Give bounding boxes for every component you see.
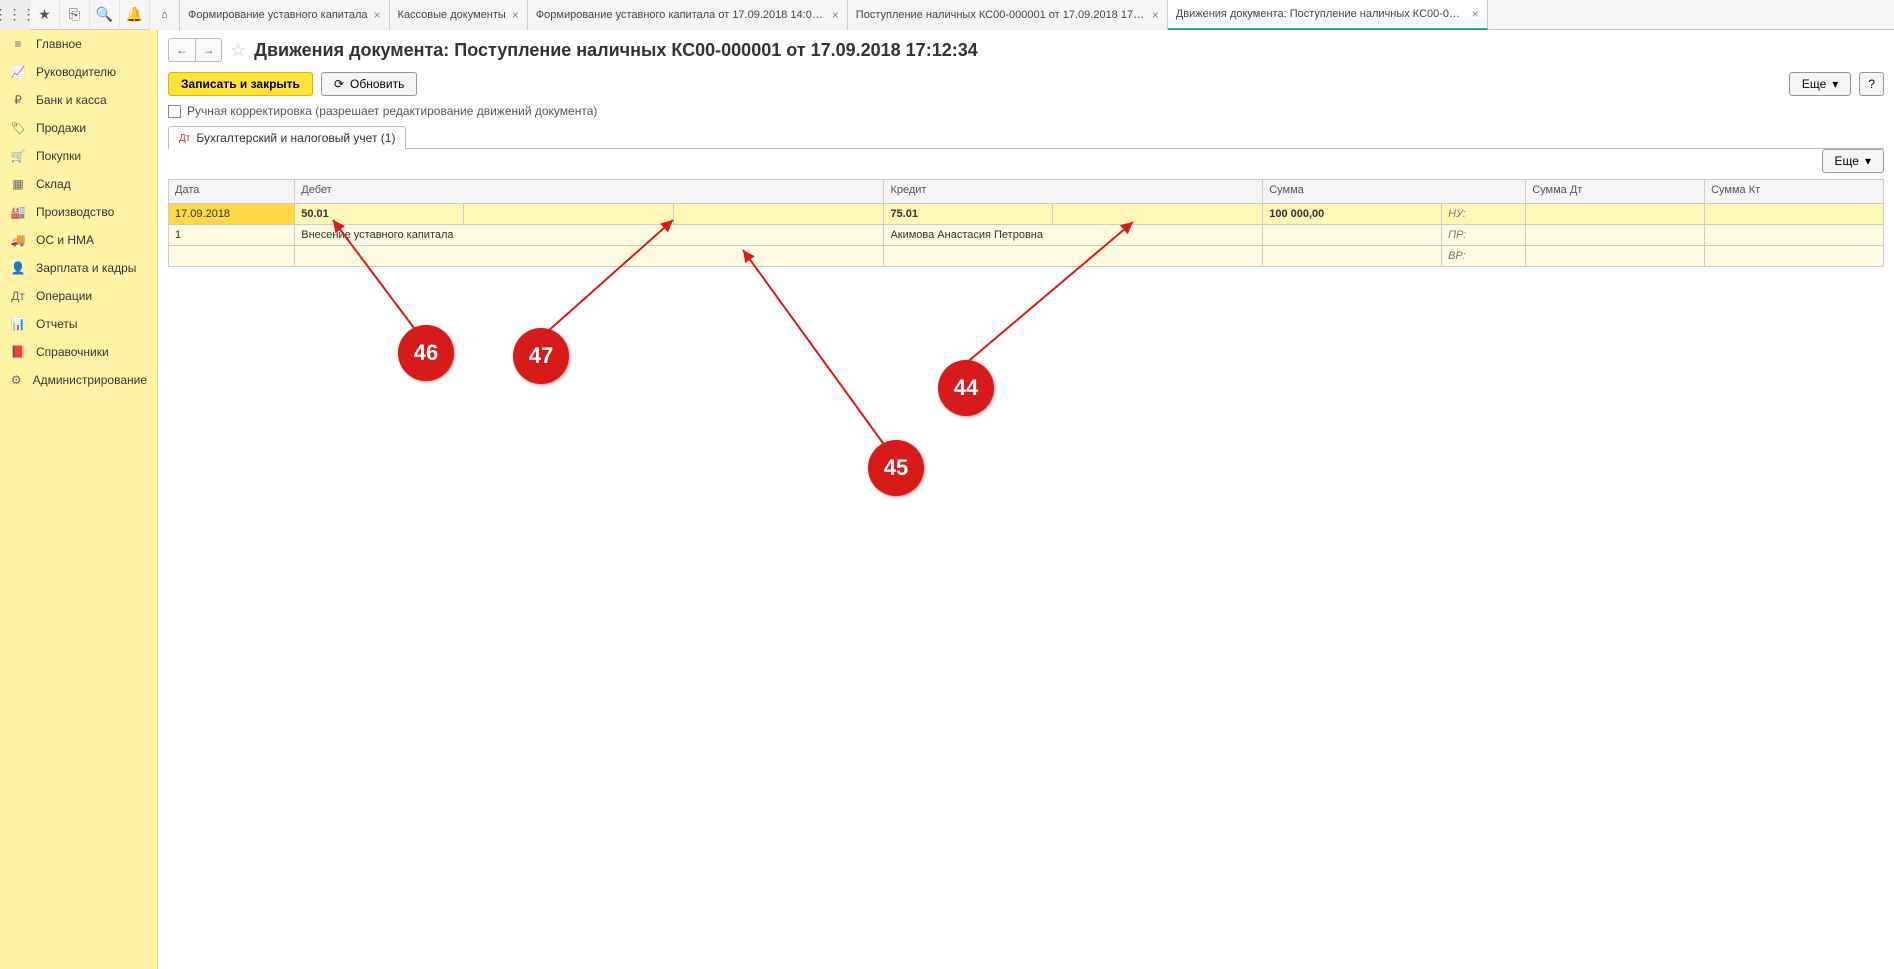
table-row[interactable]: ВР: [169, 246, 1884, 267]
tab-4[interactable]: Движения документа: Поступление наличных… [1168, 0, 1488, 30]
cell-debit-desc[interactable]: Внесение уставного капитала [295, 225, 884, 246]
back-button[interactable]: ← [169, 39, 195, 61]
col-sum[interactable]: Сумма [1263, 180, 1526, 204]
refresh-button[interactable]: ⟳Обновить [321, 72, 417, 96]
cart-icon: 🛒 [10, 149, 26, 163]
clipboard-icon[interactable]: ⎘ [60, 0, 90, 30]
favorite-star-icon[interactable]: ☆ [230, 40, 246, 61]
page-title: Движения документа: Поступление наличных… [254, 40, 978, 61]
manual-edit-label: Ручная корректировка (разрешает редактир… [187, 104, 597, 118]
bars-icon: 📊 [10, 317, 26, 331]
sidebar-item-sales[interactable]: 🏷Продажи [0, 114, 157, 142]
close-icon[interactable]: × [1472, 7, 1479, 21]
cell-credit-desc[interactable]: Акимова Анастасия Петровна [884, 225, 1263, 246]
top-toolbar: ⋮⋮⋮ ★ ⎘ 🔍 🔔 ⌂ Формирование уставного кап… [0, 0, 1894, 30]
help-button[interactable]: ? [1859, 72, 1884, 96]
apps-icon[interactable]: ⋮⋮⋮ [0, 0, 30, 30]
dtkt-small-icon: Дт [179, 133, 190, 144]
search-icon[interactable]: 🔍 [90, 0, 120, 30]
tab-0[interactable]: Формирование уставного капитала× [180, 0, 390, 30]
chart-icon: 📈 [10, 65, 26, 79]
sidebar-item-bank[interactable]: ₽Банк и касса [0, 86, 157, 114]
save-close-button[interactable]: Записать и закрыть [168, 72, 313, 96]
col-sum-kt[interactable]: Сумма Кт [1705, 180, 1884, 204]
sidebar-item-stock[interactable]: ▦Склад [0, 170, 157, 198]
sidebar-item-purchases[interactable]: 🛒Покупки [0, 142, 157, 170]
home-tab[interactable]: ⌂ [150, 0, 180, 30]
tab-1[interactable]: Кассовые документы× [390, 0, 528, 30]
sidebar-item-main[interactable]: ≡Главное [0, 30, 157, 58]
more-button[interactable]: Еще ▾ [1789, 72, 1851, 96]
tab-3[interactable]: Поступление наличных КС00-000001 от 17.0… [848, 0, 1168, 30]
sidebar-item-operations[interactable]: ДтОперации [0, 282, 157, 310]
grid-icon: ▦ [10, 177, 26, 191]
ruble-icon: ₽ [10, 93, 26, 107]
col-date[interactable]: Дата [169, 180, 295, 204]
close-icon[interactable]: × [1152, 8, 1159, 22]
tab-2[interactable]: Формирование уставного капитала от 17.09… [528, 0, 848, 30]
close-icon[interactable]: × [512, 8, 519, 22]
grid-more-button[interactable]: Еще ▾ [1822, 149, 1884, 173]
close-icon[interactable]: × [832, 8, 839, 22]
cell-vr: ВР: [1442, 246, 1526, 267]
accounting-tab[interactable]: Дт Бухгалтерский и налоговый учет (1) [168, 126, 406, 149]
col-sum-dt[interactable]: Сумма Дт [1526, 180, 1705, 204]
cell-debit-acc[interactable]: 50.01 [295, 204, 463, 225]
tag-icon: 🏷 [10, 121, 26, 135]
dtkt-icon: Дт [10, 289, 26, 303]
star-icon[interactable]: ★ [30, 0, 60, 30]
annotation-46: 46 [398, 325, 454, 381]
sidebar-item-admin[interactable]: ⚙Администрирование [0, 366, 157, 394]
annotation-47: 47 [513, 328, 569, 384]
sidebar-item-reports[interactable]: 📊Отчеты [0, 310, 157, 338]
cell-nu: НУ: [1442, 204, 1526, 225]
cell-pr: ПР: [1442, 225, 1526, 246]
table-row[interactable]: 1 Внесение уставного капитала Акимова Ан… [169, 225, 1884, 246]
sidebar-item-assets[interactable]: 🚚ОС и НМА [0, 226, 157, 254]
annotation-44: 44 [938, 360, 994, 416]
cell-credit-acc[interactable]: 75.01 [884, 204, 1052, 225]
sidebar-item-production[interactable]: 🏭Производство [0, 198, 157, 226]
forward-button[interactable]: → [195, 39, 221, 61]
sidebar-item-catalogs[interactable]: 📕Справочники [0, 338, 157, 366]
chevron-down-icon: ▾ [1865, 154, 1871, 168]
window-tabs: ⌂ Формирование уставного капитала× Кассо… [150, 0, 1894, 30]
nav-buttons: ← → [168, 38, 222, 62]
cell-index: 1 [169, 225, 295, 246]
menu-icon: ≡ [10, 37, 26, 51]
book-icon: 📕 [10, 345, 26, 359]
annotation-45: 45 [868, 440, 924, 496]
person-icon: 👤 [10, 261, 26, 275]
sidebar-item-salary[interactable]: 👤Зарплата и кадры [0, 254, 157, 282]
close-icon[interactable]: × [374, 8, 381, 22]
manual-edit-checkbox[interactable] [168, 105, 181, 118]
bell-icon[interactable]: 🔔 [120, 0, 150, 30]
truck-icon: 🚚 [10, 233, 26, 247]
col-credit[interactable]: Кредит [884, 180, 1263, 204]
entries-table: Дата Дебет Кредит Сумма Сумма Дт Сумма К… [168, 179, 1884, 267]
table-row[interactable]: 17.09.2018 50.01 75.01 100 000,00 НУ: [169, 204, 1884, 225]
col-debit[interactable]: Дебет [295, 180, 884, 204]
sidebar: ≡Главное 📈Руководителю ₽Банк и касса 🏷Пр… [0, 30, 158, 969]
cell-date[interactable]: 17.09.2018 [169, 204, 295, 225]
chevron-down-icon: ▾ [1832, 77, 1838, 91]
sidebar-item-manager[interactable]: 📈Руководителю [0, 58, 157, 86]
content-area: ← → ☆ Движения документа: Поступление на… [158, 30, 1894, 969]
factory-icon: 🏭 [10, 205, 26, 219]
refresh-icon: ⟳ [334, 77, 344, 91]
cell-sum[interactable]: 100 000,00 [1263, 204, 1442, 225]
gear-icon: ⚙ [10, 373, 23, 387]
